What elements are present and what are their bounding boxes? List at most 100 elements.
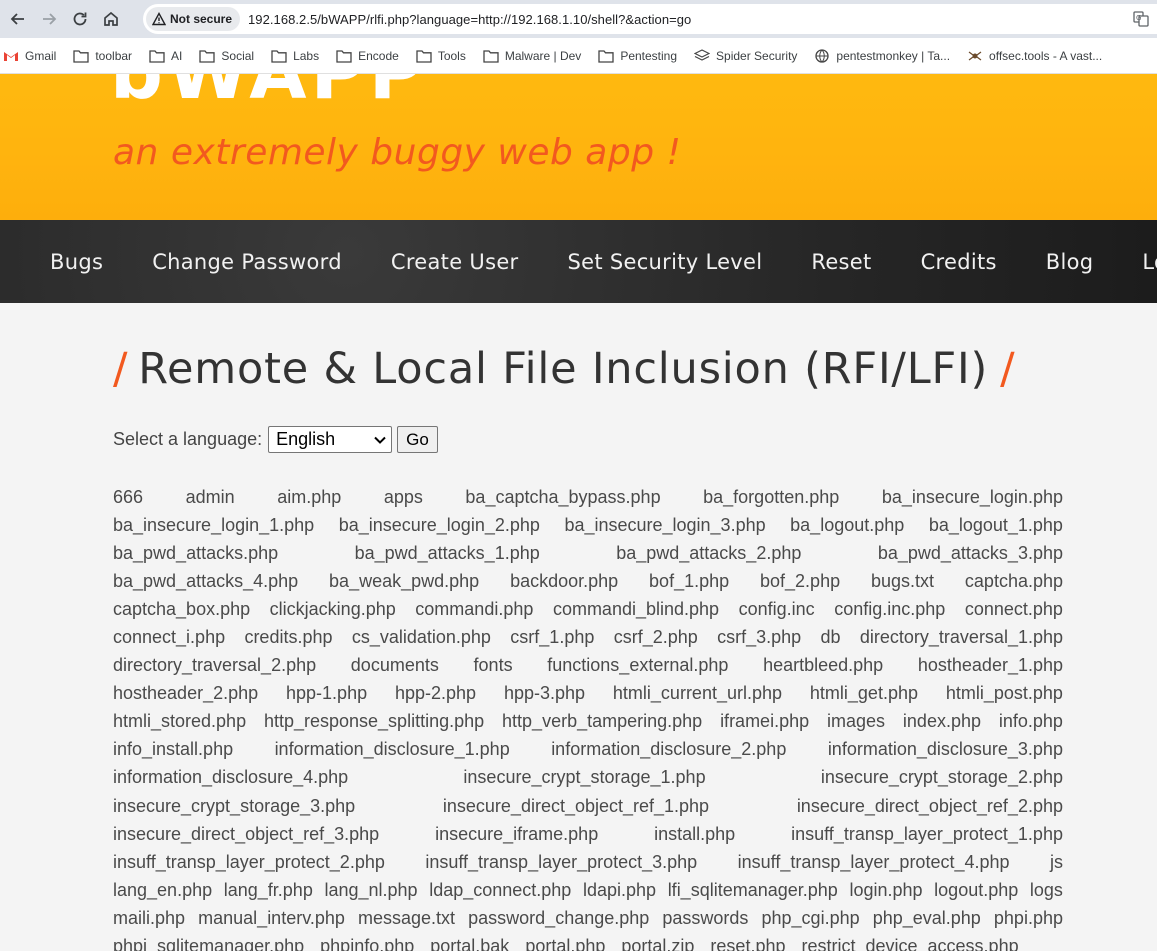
file-row: connect_i.php credits.php cs_validation.ph… (113, 623, 1063, 651)
bookmark-item[interactable]: Gmail (3, 49, 56, 63)
page-title: / Remote & Local File Inclusion (RFI/LFI)… (113, 344, 1015, 394)
file-name: insecure_direct_object_ref_1.php (442, 795, 710, 816)
file-row: htmli_stored.php http_response_splitting.… (113, 708, 1063, 736)
file-name: index.php (902, 711, 981, 732)
language-select[interactable]: English (268, 426, 393, 453)
language-selected-value: English (276, 429, 336, 449)
gmail-icon (3, 49, 19, 63)
globe-icon (814, 48, 830, 63)
file-row: info_install.php information_disclosure_1… (113, 736, 1063, 764)
address-bar[interactable]: Not secure 192.168.2.5/bWAPP/rlfi.php?la… (143, 4, 1157, 34)
file-name: message.txt (358, 907, 456, 928)
file-name: fonts (473, 655, 513, 676)
site-tagline: an extremely buggy web app ! (113, 132, 682, 173)
bookmark-item[interactable]: Encode (336, 49, 399, 63)
file-name: ba_insecure_login_1.php (113, 514, 315, 535)
bookmark-item[interactable]: toolbar (73, 49, 132, 63)
file-name: information_disclosure_2.php (551, 739, 787, 760)
file-row: ba_pwd_attacks.php ba_pwd_attacks_1.php ba… (113, 539, 1063, 567)
bookmark-label: AI (171, 48, 183, 63)
file-row: maili.php manual_interv.php message.txt pas… (113, 904, 1063, 932)
file-name: captcha_box.php (113, 598, 251, 619)
file-name: ba_pwd_attacks_4.php (113, 570, 299, 591)
bookmark-label: Pentesting (620, 48, 678, 63)
bookmark-item[interactable]: Tools (416, 49, 466, 63)
bookmark-item[interactable]: AI (149, 49, 182, 63)
file-name: portal.zip (621, 936, 695, 951)
file-name: lfi_sqlitemanager.php (667, 879, 838, 900)
file-name: htmli_stored.php (113, 711, 247, 732)
bookmark-label: offsec.tools - A vast... (989, 48, 1103, 63)
site-header: bWAPP an extremely buggy web app ! (0, 74, 1157, 220)
bookmark-label: Encode (358, 48, 399, 63)
menu-item-blog[interactable]: Blog (1046, 250, 1094, 274)
file-row: 666 admin aim.php apps ba_captcha_bypass.php… (113, 483, 1063, 511)
translate-icon[interactable]: G (1133, 11, 1149, 27)
go-button[interactable]: Go (397, 426, 438, 453)
file-name: insecure_crypt_storage_2.php (820, 767, 1063, 788)
file-name: 666 (113, 486, 144, 507)
main-menu: Bugs Change Password Create User Set Securi… (0, 220, 1157, 303)
file-name: insuff_transp_layer_protect_2.php (113, 851, 385, 872)
file-name: csrf_3.php (717, 627, 802, 648)
bookmark-item[interactable]: Pentesting (598, 49, 677, 63)
site-logo[interactable]: bWAPP (110, 74, 427, 110)
menu-item-create-user[interactable]: Create User (391, 250, 519, 274)
file-name: information_disclosure_3.php (827, 739, 1063, 760)
file-name: hostheader_2.php (113, 683, 259, 704)
file-name: maili.php (113, 907, 186, 928)
file-name: information_disclosure_1.php (274, 739, 510, 760)
file-name: ldap_connect.php (429, 879, 572, 900)
arrow-left-icon (10, 13, 24, 25)
file-name: functions_external.php (547, 655, 729, 676)
file-name: htmli_post.php (945, 683, 1063, 704)
bookmark-item[interactable]: Social (199, 49, 254, 63)
language-form: Select a language: English Go (113, 426, 438, 453)
file-row: insuff_transp_layer_protect_2.php insuff_… (113, 848, 1063, 876)
menu-item-set-security-level[interactable]: Set Security Level (567, 250, 762, 274)
menu-item-logout[interactable]: Logout (1142, 250, 1157, 274)
file-name: hpp-1.php (286, 683, 368, 704)
file-name: connect_i.php (113, 627, 226, 648)
file-row: insecure_direct_object_ref_3.php insecure… (113, 820, 1063, 848)
home-icon (104, 11, 118, 26)
warning-icon (152, 12, 166, 26)
home-button[interactable] (98, 6, 124, 32)
bookmark-item[interactable]: offsec.tools - A vast... (967, 49, 1102, 63)
file-name: ba_insecure_login_2.php (338, 514, 540, 535)
file-name: hpp-3.php (503, 683, 586, 704)
reload-button[interactable] (67, 6, 93, 32)
url-text[interactable]: 192.168.2.5/bWAPP/rlfi.php?language=http… (248, 12, 691, 27)
file-name: credits.php (244, 627, 333, 648)
menu-item-change-password[interactable]: Change Password (152, 250, 342, 274)
back-button[interactable] (5, 6, 31, 32)
file-row: hostheader_2.php hpp-1.php hpp-2.php hpp-3.… (113, 680, 1063, 708)
file-name: images (827, 711, 886, 732)
file-name: ba_pwd_attacks_3.php (877, 542, 1063, 563)
spider-icon (967, 49, 983, 63)
file-name: heartbleed.php (763, 655, 884, 676)
security-indicator[interactable]: Not secure (146, 7, 241, 31)
file-name: clickjacking.php (269, 598, 396, 619)
bookmark-item[interactable]: Labs (271, 49, 319, 63)
folder-icon (598, 49, 614, 63)
menu-item-bugs[interactable]: Bugs (50, 250, 103, 274)
menu-item-credits[interactable]: Credits (921, 250, 997, 274)
file-name: insecure_iframe.php (435, 823, 599, 844)
file-name: insuff_transp_layer_protect_3.php (425, 851, 698, 872)
file-name: http_verb_tampering.php (502, 711, 703, 732)
menu-item-reset[interactable]: Reset (811, 250, 871, 274)
folder-icon (483, 49, 499, 63)
file-name: config.inc.php (834, 598, 946, 619)
file-name: bof_2.php (760, 570, 841, 591)
bookmark-label: Gmail (25, 48, 57, 63)
bookmark-item[interactable]: Malware | Dev (483, 49, 581, 63)
file-name: bugs.txt (870, 570, 935, 591)
title-slash-left: / (113, 344, 129, 394)
bookmark-item[interactable]: Spider Security (694, 49, 797, 63)
bookmark-item[interactable]: pentestmonkey | Ta... (814, 49, 950, 63)
file-name: reset.php (710, 936, 786, 951)
chevron-down-icon (374, 436, 386, 444)
forward-button[interactable] (36, 6, 62, 32)
file-name: ldapi.php (582, 879, 657, 900)
